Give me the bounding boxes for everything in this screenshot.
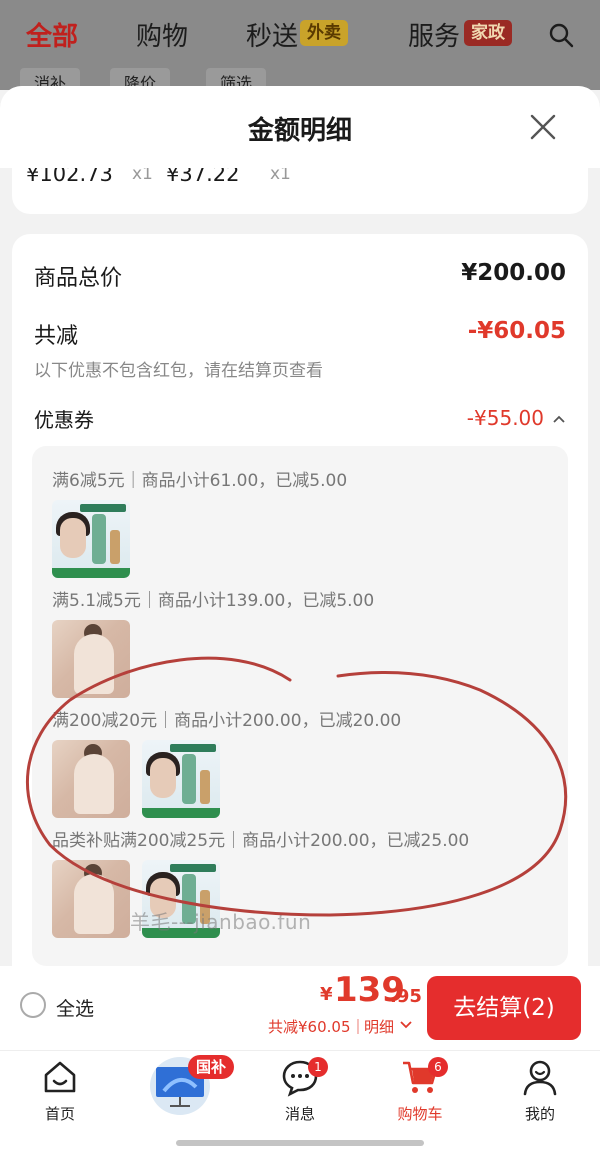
tab-instant-delivery[interactable]: 秒送 [246, 16, 298, 53]
total-currency: ¥ [320, 984, 333, 1005]
coupon-rule: 满6减5元｜商品小计61.00，已减5.00 [52, 471, 348, 491]
unread-badge: 1 [308, 1057, 328, 1077]
coupon-rule: 品类补贴满200减25元｜商品小计200.00，已减25.00 [52, 831, 470, 851]
product-thumbnail[interactable] [142, 740, 220, 818]
tab-home[interactable]: 首页 [20, 1057, 100, 1124]
top-nav: 全部 购物 秒送 外卖 服务 家政 消补 降价 筛选 [0, 0, 600, 94]
total-value: ¥200.00 [461, 260, 566, 286]
reduce-value: -¥60.05 [467, 318, 566, 344]
tab-shopping[interactable]: 购物 [136, 16, 188, 53]
checkout-bar: 全选 ¥ 139 .95 共减¥60.05｜ 明细 去结算(2) [0, 966, 600, 1050]
tab-label: 购物车 [397, 1105, 443, 1123]
product-thumbnail[interactable] [52, 500, 130, 578]
detail-toggle[interactable]: 明细 [364, 1016, 394, 1037]
product-thumbnail[interactable] [52, 860, 130, 938]
tab-label: 消息 [284, 1105, 315, 1123]
tab-label: 首页 [44, 1105, 75, 1123]
coupon-label[interactable]: 优惠券 [34, 404, 94, 433]
home-icon [44, 1061, 76, 1093]
tab-label: 我的 [524, 1105, 555, 1123]
jiazheng-badge: 家政 [464, 20, 512, 46]
guobu-badge: 国补 [188, 1055, 235, 1079]
price-detail-card: 商品总价 ¥200.00 共减 -¥60.05 以下优惠不包含红包，请在结算页查… [12, 234, 588, 976]
profile-icon [523, 1060, 557, 1096]
sheet-title: 金额明细 [247, 116, 352, 146]
select-all-checkbox[interactable] [20, 992, 46, 1018]
tab-messages[interactable]: 消息 1 [260, 1057, 340, 1124]
coupon-breakdown: 满6减5元｜商品小计61.00，已减5.00 满5.1减5元｜商品小计139.0… [32, 446, 568, 966]
reduce-note: 以下优惠不包含红包，请在结算页查看 [34, 361, 323, 381]
sheet-header: 金额明细 [0, 86, 600, 168]
reduce-label: 共减 [34, 324, 79, 349]
tab-all[interactable]: 全部 [26, 16, 78, 53]
waimai-badge: 外卖 [300, 20, 348, 46]
amount-detail-sheet: 金额明细 ¥102.73 x1 ¥37.22 x1 商品总价 ¥200.00 共… [0, 86, 600, 976]
product-thumbnail[interactable] [52, 620, 130, 698]
checkout-button[interactable]: 去结算(2) [427, 976, 581, 1040]
total-decimal: .95 [390, 986, 422, 1007]
close-icon[interactable] [528, 112, 558, 142]
search-icon[interactable] [548, 22, 574, 48]
cart-count-badge: 6 [428, 1057, 448, 1077]
coupon-rule: 满200减20元｜商品小计200.00，已减20.00 [52, 711, 402, 731]
saved-amount: 共减¥60.05｜ [268, 1018, 366, 1036]
chevron-up-icon[interactable] [552, 412, 566, 426]
home-indicator[interactable] [176, 1140, 424, 1146]
watermark: 羊毛---jianbao.fun [130, 910, 312, 934]
product-thumbnail[interactable] [52, 740, 130, 818]
tab-services[interactable]: 服务 [408, 16, 460, 53]
total-label: 商品总价 [34, 266, 123, 291]
coupon-rule: 满5.1减5元｜商品小计139.00，已减5.00 [52, 591, 375, 611]
select-all-label[interactable]: 全选 [56, 994, 94, 1021]
tab-cart[interactable]: 购物车 6 [380, 1057, 460, 1124]
coupon-value[interactable]: -¥55.00 [467, 406, 544, 430]
tab-profile[interactable]: 我的 [500, 1057, 580, 1124]
chevron-down-icon[interactable] [400, 1020, 412, 1030]
